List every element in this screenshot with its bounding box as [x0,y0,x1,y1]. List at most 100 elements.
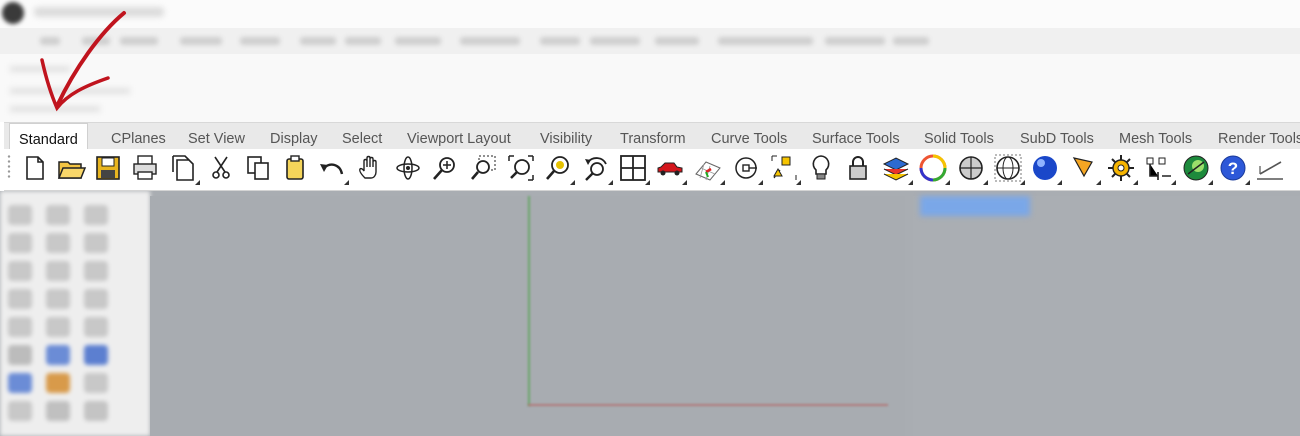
palette-tool-button[interactable] [46,233,70,253]
menu-item-blurred[interactable] [82,37,110,45]
cut-button[interactable] [205,152,237,184]
tab-render-tools[interactable]: Render Tools [1218,123,1300,150]
open-folder-button[interactable] [55,152,87,184]
menu-item-blurred[interactable] [655,37,699,45]
palette-tool-button[interactable] [46,345,70,365]
tab-mesh-tools[interactable]: Mesh Tools [1119,123,1192,150]
menu-item-blurred[interactable] [240,37,280,45]
flyout-indicator[interactable] [1057,180,1062,185]
palette-tool-button[interactable] [8,373,32,393]
car-options-button[interactable] [654,152,687,185]
menu-item-blurred[interactable] [345,37,381,45]
save-button[interactable] [92,152,124,184]
menu-item-blurred[interactable] [460,37,520,45]
palette-tool-button[interactable] [46,373,70,393]
palette-tool-button[interactable] [46,261,70,281]
tab-cplanes[interactable]: CPlanes [111,123,166,150]
four-viewports-button[interactable] [617,152,650,185]
pan-hand-button[interactable] [354,152,386,184]
tab-set-view[interactable]: Set View [188,123,245,150]
tab-solid-tools[interactable]: Solid Tools [924,123,994,150]
new-document-button[interactable] [18,152,50,184]
flyout-indicator[interactable] [945,180,950,185]
layer-button[interactable] [880,152,913,185]
palette-tool-button[interactable] [8,345,32,365]
lock-button[interactable] [842,152,874,184]
tab-viewport-layout[interactable]: Viewport Layout [407,123,511,150]
zoom-selected-button[interactable] [542,152,575,185]
menu-item-blurred[interactable] [540,37,580,45]
viewport-main[interactable] [150,196,905,436]
undo-button[interactable] [316,152,349,185]
zoom-extents-button[interactable] [505,152,537,184]
palette-tool-button[interactable] [8,401,32,421]
wireframe-sphere-button[interactable] [992,152,1025,185]
palette-tool-button[interactable] [84,317,108,337]
tab-surface-tools[interactable]: Surface Tools [812,123,900,150]
palette-tool-button[interactable] [46,205,70,225]
tab-standard[interactable]: Standard [9,123,88,150]
paste-button[interactable] [279,152,311,184]
palette-tool-button[interactable] [84,233,108,253]
flyout-indicator[interactable] [908,180,913,185]
flyout-indicator[interactable] [570,180,575,185]
flyout-indicator[interactable] [720,180,725,185]
menu-item-blurred[interactable] [893,37,929,45]
flyout-indicator[interactable] [1245,180,1250,185]
flyout-indicator[interactable] [1171,180,1176,185]
dimension-button[interactable] [1143,152,1176,185]
palette-tool-button[interactable] [84,289,108,309]
rotate-view-button[interactable] [392,152,424,184]
menu-item-blurred[interactable] [718,37,813,45]
grasshopper-button[interactable] [1180,152,1213,185]
menu-item-blurred[interactable] [180,37,222,45]
palette-tool-button[interactable] [84,261,108,281]
spotlight-button[interactable] [1068,152,1101,185]
palette-tool-button[interactable] [8,317,32,337]
tab-subd-tools[interactable]: SubD Tools [1020,123,1094,150]
menu-item-blurred[interactable] [395,37,441,45]
menu-item-blurred[interactable] [590,37,640,45]
gear-settings-button[interactable] [1105,152,1138,185]
zoom-dynamic-button[interactable] [429,152,461,184]
toolbar-grip[interactable] [7,154,11,180]
flyout-indicator[interactable] [1020,180,1025,185]
print-button[interactable] [129,152,161,184]
palette-tool-button[interactable] [8,289,32,309]
palette-tool-button[interactable] [84,401,108,421]
flyout-indicator[interactable] [608,180,613,185]
palette-tool-button[interactable] [46,401,70,421]
tab-visibility[interactable]: Visibility [540,123,592,150]
viewport-secondary[interactable] [913,196,1300,436]
flyout-indicator[interactable] [645,180,650,185]
tab-select[interactable]: Select [342,123,382,150]
flyout-indicator[interactable] [758,180,763,185]
undo-view-button[interactable] [580,152,613,185]
point-edit-button[interactable] [768,152,801,185]
line-draw-button[interactable] [1254,152,1286,184]
flyout-indicator[interactable] [344,180,349,185]
tab-curve-tools[interactable]: Curve Tools [711,123,787,150]
palette-tool-button[interactable] [46,317,70,337]
palette-tool-button[interactable] [84,373,108,393]
palette-tool-button[interactable] [84,345,108,365]
zoom-window-button[interactable] [467,152,499,184]
light-bulb-button[interactable] [805,152,837,184]
help-button[interactable]: ? [1217,152,1250,185]
palette-tool-button[interactable] [46,289,70,309]
color-wheel-button[interactable] [917,152,950,185]
shaded-sphere-button[interactable] [955,152,988,185]
palette-tool-button[interactable] [8,233,32,253]
flyout-indicator[interactable] [195,180,200,185]
tab-transform[interactable]: Transform [620,123,686,150]
flyout-indicator[interactable] [796,180,801,185]
palette-tool-button[interactable] [8,205,32,225]
import-button[interactable] [167,152,200,185]
flyout-indicator[interactable] [1133,180,1138,185]
menu-item-blurred[interactable] [300,37,336,45]
flyout-indicator[interactable] [1096,180,1101,185]
render-sphere-button[interactable] [1029,152,1062,185]
object-snap-button[interactable] [730,152,763,185]
copy-button[interactable] [242,152,274,184]
tab-display[interactable]: Display [270,123,318,150]
